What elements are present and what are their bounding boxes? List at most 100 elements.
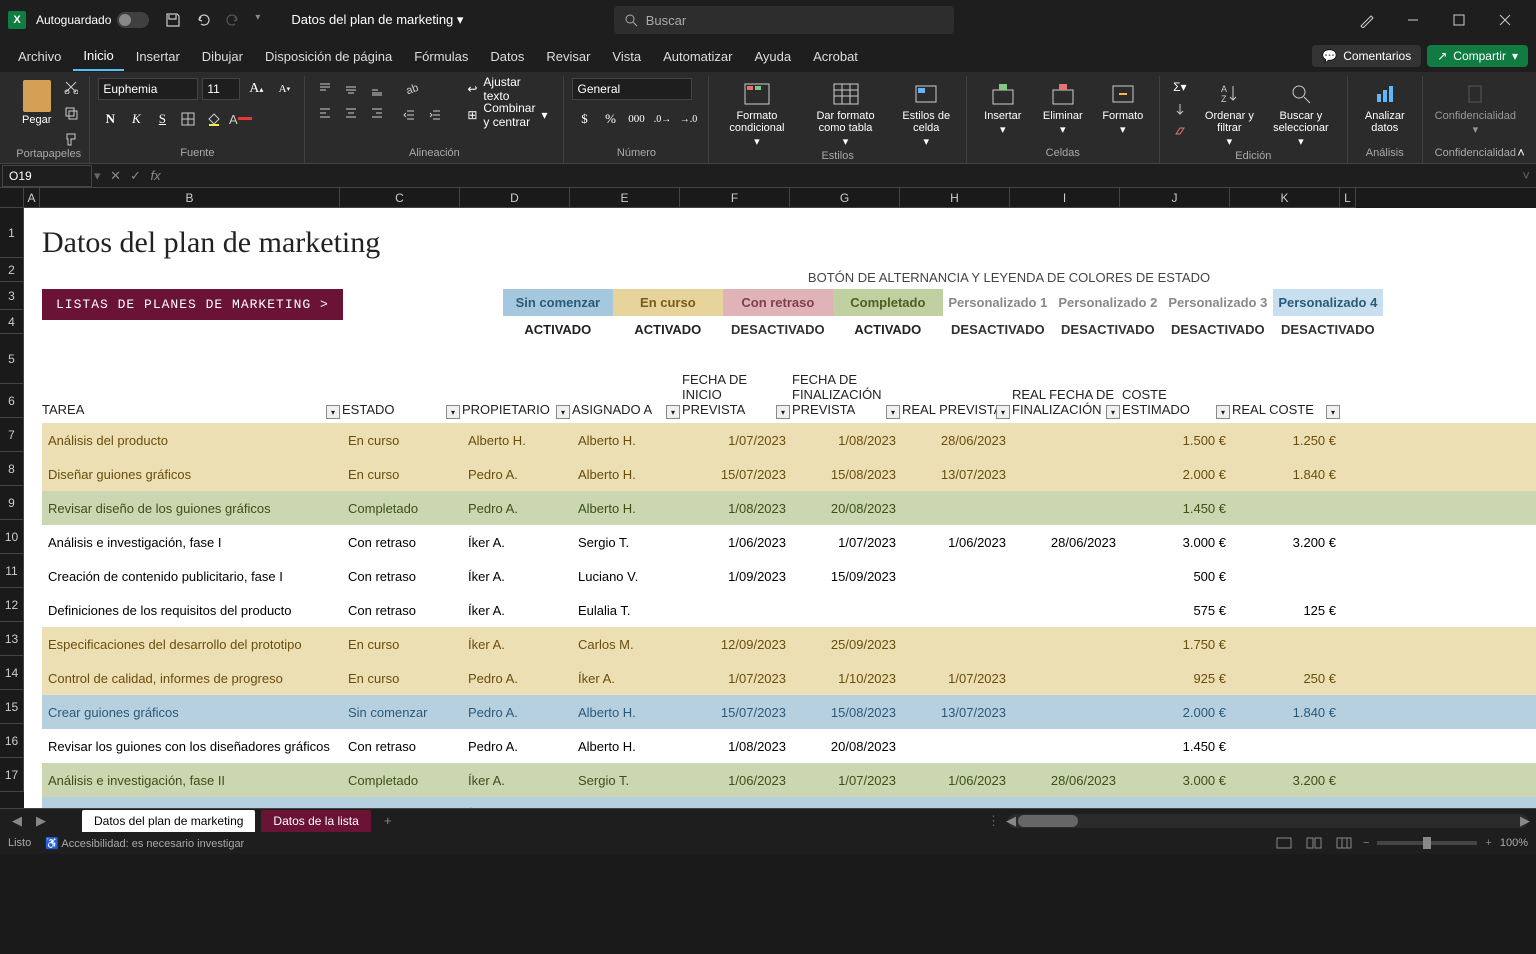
table-cell[interactable]: 20/08/2023: [792, 739, 902, 754]
legend-status-head[interactable]: Personalizado 2: [1053, 289, 1163, 316]
filter-dropdown-button[interactable]: ▾: [886, 405, 900, 419]
table-row[interactable]: Análisis e investigación, fase IIComplet…: [42, 763, 1536, 797]
row-header[interactable]: 1: [0, 208, 24, 258]
table-cell[interactable]: Con retraso: [342, 739, 462, 754]
accessibility-status[interactable]: ♿ Accesibilidad: es necesario investigar: [45, 837, 244, 850]
redo-icon[interactable]: [225, 12, 241, 28]
table-cell[interactable]: En curso: [342, 467, 462, 482]
table-cell[interactable]: Con retraso: [342, 535, 462, 550]
filter-dropdown-button[interactable]: ▾: [1106, 405, 1120, 419]
row-header[interactable]: 9: [0, 486, 24, 520]
table-cell[interactable]: Análisis e investigación, fase II: [42, 773, 342, 788]
row-header[interactable]: 14: [0, 656, 24, 690]
tab-disposicion[interactable]: Disposición de página: [255, 43, 402, 70]
table-cell[interactable]: 1/06/2023: [682, 773, 792, 788]
decrease-indent-button[interactable]: [397, 104, 421, 126]
table-cell[interactable]: 25/09/2023: [792, 637, 902, 652]
table-cell[interactable]: Carlos M.: [572, 637, 682, 652]
tab-split-handle[interactable]: ⋮: [987, 813, 1000, 829]
column-header[interactable]: G: [790, 188, 900, 208]
align-top-button[interactable]: [313, 78, 337, 100]
table-cell[interactable]: Luciano V.: [572, 807, 682, 809]
table-cell[interactable]: Revisar diseño de los guiones gráficos: [42, 501, 342, 516]
table-row[interactable]: Diseñar guiones gráficosEn cursoPedro A.…: [42, 457, 1536, 491]
horizontal-scroll-thumb[interactable]: [1018, 815, 1078, 827]
row-header[interactable]: 5: [0, 334, 24, 384]
document-title[interactable]: Datos del plan de marketing ▾: [291, 12, 463, 28]
name-box[interactable]: [2, 165, 92, 187]
tab-dibujar[interactable]: Dibujar: [192, 43, 253, 70]
table-cell[interactable]: Crear guiones gráficos: [42, 705, 342, 720]
bold-button[interactable]: N: [98, 108, 122, 130]
delete-cells-button[interactable]: Eliminar ▾: [1035, 78, 1091, 138]
table-cell[interactable]: 15/07/2023: [682, 467, 792, 482]
sort-filter-button[interactable]: AZ Ordenar y filtrar ▾: [1200, 78, 1259, 150]
table-cell[interactable]: Alberto H.: [462, 433, 572, 448]
tab-archivo[interactable]: Archivo: [8, 43, 71, 70]
tab-datos[interactable]: Datos: [480, 43, 534, 70]
row-header[interactable]: 15: [0, 690, 24, 724]
autosum-button[interactable]: Σ▾: [1168, 78, 1192, 96]
legend-status-head[interactable]: Personalizado 3: [1163, 289, 1273, 316]
search-box[interactable]: Buscar: [614, 6, 954, 34]
table-cell[interactable]: 1/08/2023: [792, 433, 902, 448]
undo-icon[interactable]: [195, 12, 211, 28]
autosave-switch[interactable]: [117, 12, 149, 28]
conditional-format-button[interactable]: Formato condicional ▾: [717, 78, 796, 150]
table-row[interactable]: Crear guiones gráficosSin comenzarPedro …: [42, 695, 1536, 729]
close-button[interactable]: [1482, 0, 1528, 40]
table-cell[interactable]: Íker A.: [462, 773, 572, 788]
table-row[interactable]: Revisar diseño de los guiones gráficosCo…: [42, 491, 1536, 525]
add-sheet-button[interactable]: +: [377, 810, 399, 832]
merge-center-button[interactable]: ⊞Combinar y centrar ▾: [459, 104, 555, 126]
column-header[interactable]: C: [340, 188, 460, 208]
align-bottom-button[interactable]: [365, 78, 389, 100]
legend-status-state[interactable]: ACTIVADO: [833, 316, 943, 343]
tab-acrobat[interactable]: Acrobat: [803, 43, 868, 70]
table-cell[interactable]: 1.250 €: [1232, 433, 1342, 448]
table-cell[interactable]: Íker A.: [462, 569, 572, 584]
column-header[interactable]: L: [1340, 188, 1356, 208]
table-cell[interactable]: 15/08/2023: [792, 705, 902, 720]
table-cell[interactable]: 1.500 €: [1122, 433, 1232, 448]
ink-icon[interactable]: [1344, 0, 1390, 40]
table-row[interactable]: Control de calidad, informes de progreso…: [42, 661, 1536, 695]
table-cell[interactable]: Pedro A.: [462, 739, 572, 754]
tab-insertar[interactable]: Insertar: [126, 43, 190, 70]
qat-dropdown-icon[interactable]: ▾: [255, 12, 271, 28]
table-cell[interactable]: Íker A.: [462, 637, 572, 652]
table-cell[interactable]: 13/07/2023: [902, 467, 1012, 482]
table-cell[interactable]: 1/09/2023: [682, 807, 792, 809]
select-all-corner[interactable]: [0, 188, 24, 208]
table-cell[interactable]: 15/09/2023: [792, 569, 902, 584]
table-cell[interactable]: Especificaciones del desarrollo del prot…: [42, 637, 342, 652]
filter-dropdown-button[interactable]: ▾: [1326, 405, 1340, 419]
tab-ayuda[interactable]: Ayuda: [744, 43, 801, 70]
filter-dropdown-button[interactable]: ▾: [1216, 405, 1230, 419]
tab-vista[interactable]: Vista: [602, 43, 651, 70]
table-cell[interactable]: Pedro A.: [462, 671, 572, 686]
table-row[interactable]: Especificaciones del desarrollo del prot…: [42, 627, 1536, 661]
fill-button[interactable]: [1168, 100, 1192, 118]
row-header[interactable]: 3: [0, 282, 24, 310]
sheet-nav-prev[interactable]: ◀: [8, 812, 26, 830]
table-cell[interactable]: 1/07/2023: [682, 433, 792, 448]
horizontal-scrollbar[interactable]: ◀ ▶: [1008, 814, 1528, 828]
table-cell[interactable]: Análisis del producto: [42, 433, 342, 448]
table-row[interactable]: Creación de contenido publicitario, fase…: [42, 797, 1536, 808]
table-cell[interactable]: 1.840 €: [1232, 705, 1342, 720]
table-cell[interactable]: Sin comenzar: [342, 807, 462, 809]
table-cell[interactable]: 500 €: [1122, 807, 1232, 809]
table-cell[interactable]: 1/09/2023: [682, 569, 792, 584]
table-cell[interactable]: Luciano V.: [572, 569, 682, 584]
filter-dropdown-button[interactable]: ▾: [556, 405, 570, 419]
column-header[interactable]: F: [680, 188, 790, 208]
table-cell[interactable]: 2.000 €: [1122, 467, 1232, 482]
filter-dropdown-button[interactable]: ▾: [326, 405, 340, 419]
fill-color-button[interactable]: [202, 108, 226, 130]
zoom-level[interactable]: 100%: [1500, 837, 1528, 849]
table-cell[interactable]: En curso: [342, 637, 462, 652]
legend-status-state[interactable]: DESACTIVADO: [943, 316, 1053, 343]
table-cell[interactable]: Sergio T.: [572, 773, 682, 788]
column-header[interactable]: I: [1010, 188, 1120, 208]
